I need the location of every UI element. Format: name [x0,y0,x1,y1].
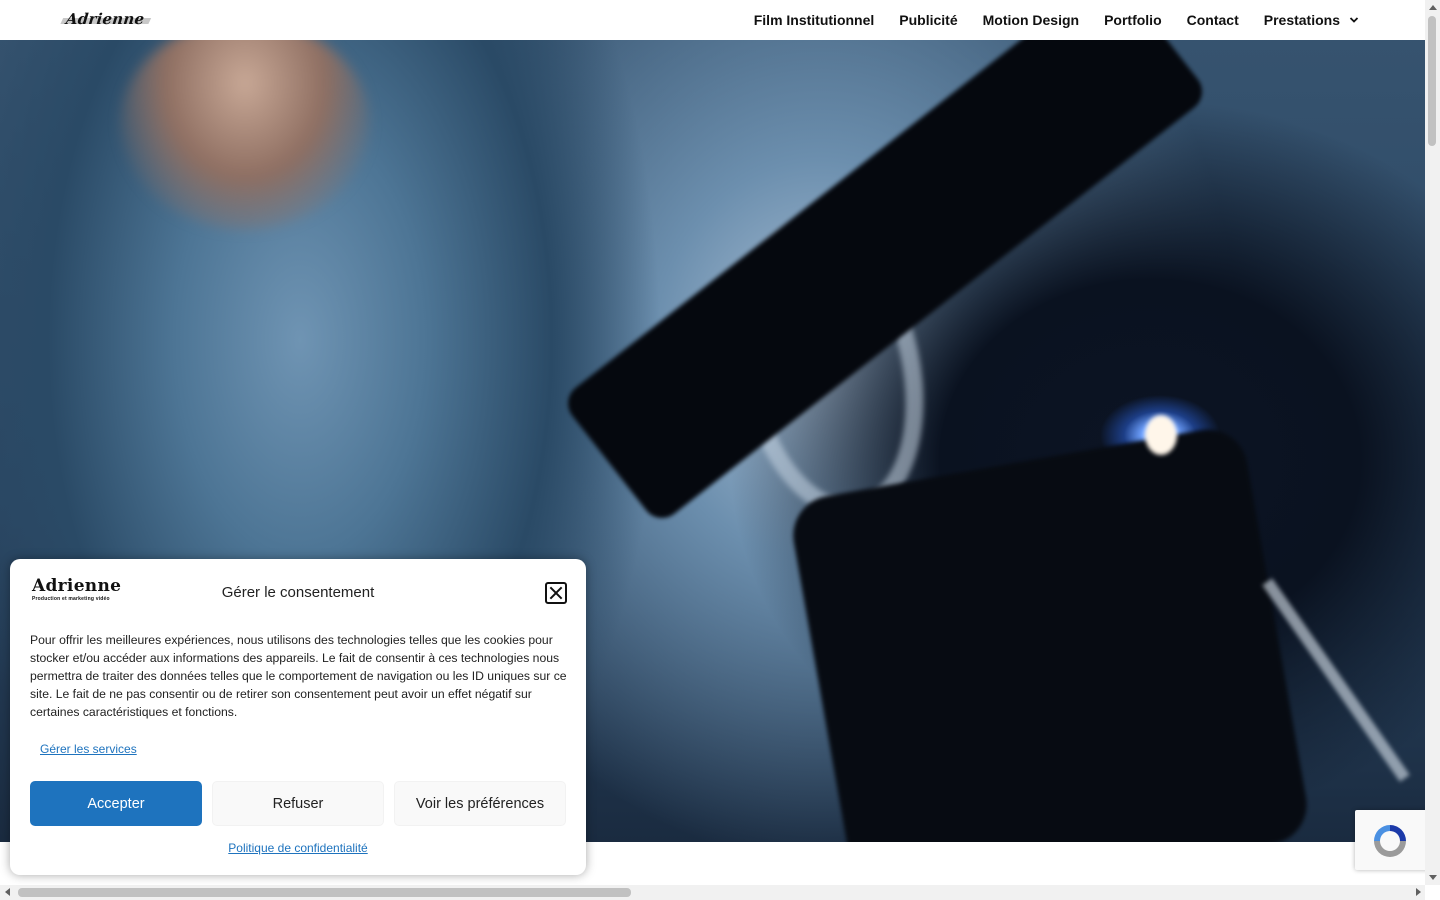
nav-film-institutionnel[interactable]: Film Institutionnel [754,12,875,28]
horizontal-scrollbar[interactable] [0,885,1425,900]
nav-prestations[interactable]: Prestations [1264,12,1340,28]
site-logo[interactable]: Adrienne [65,10,145,28]
vertical-scrollbar[interactable] [1425,0,1440,885]
hero-person-shape [120,40,370,230]
nav-contact[interactable]: Contact [1187,12,1239,28]
scroll-down-arrow-icon[interactable] [1429,875,1437,880]
chevron-down-icon [1349,17,1359,23]
main-nav: Film Institutionnel Publicité Motion Des… [754,0,1359,40]
nav-publicite[interactable]: Publicité [899,12,957,28]
privacy-policy-link[interactable]: Politique de confidentialité [228,841,367,855]
consent-title: Gérer le consentement [221,584,375,601]
recaptcha-icon [1374,825,1406,857]
site-header: Adrienne Film Institutionnel Publicité M… [0,0,1425,40]
consent-dialog: Adrienne Production et marketing vidéo G… [10,559,586,875]
view-preferences-button[interactable]: Voir les préférences [394,781,566,826]
close-icon[interactable] [545,582,567,604]
privacy-policy-link-wrapper: Politique de confidentialité [10,841,586,855]
horizontal-scroll-thumb[interactable] [18,888,631,897]
scroll-left-arrow-icon[interactable] [5,888,10,896]
nav-portfolio[interactable]: Portfolio [1104,12,1162,28]
scroll-right-arrow-icon[interactable] [1416,888,1421,896]
accept-button[interactable]: Accepter [30,781,202,826]
refuse-button[interactable]: Refuser [212,781,384,826]
consent-message: Pour offrir les meilleures expériences, … [30,633,567,719]
manage-services-link[interactable]: Gérer les services [40,742,137,756]
hero-light-shape [1145,415,1177,455]
nav-prestations-dropdown[interactable]: Prestations [1264,12,1359,28]
vertical-scroll-thumb[interactable] [1428,16,1436,146]
scroll-up-arrow-icon[interactable] [1429,5,1437,10]
nav-motion-design[interactable]: Motion Design [983,12,1079,28]
